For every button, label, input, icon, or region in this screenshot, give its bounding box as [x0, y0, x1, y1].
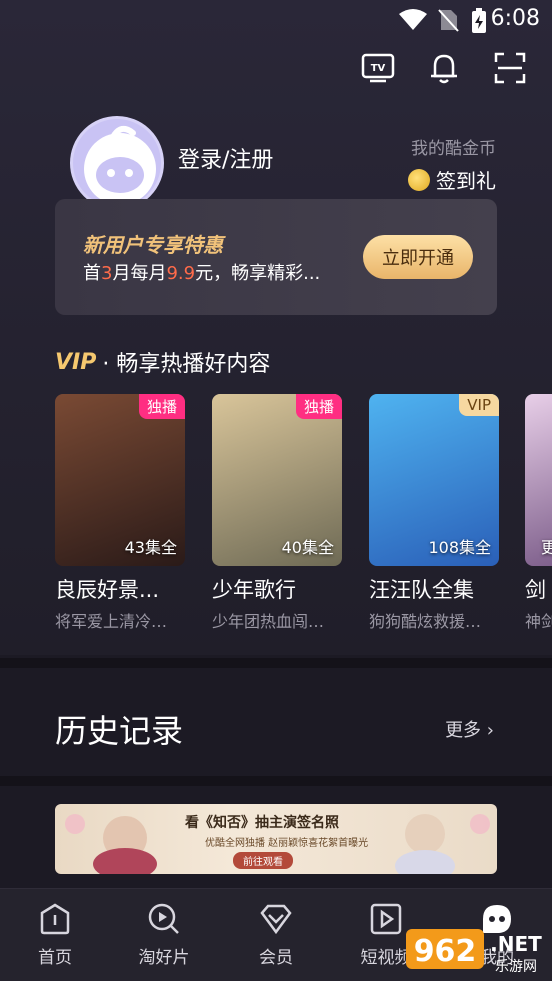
section-divider [0, 658, 552, 668]
bottom-tab-bar: 首页 淘好片 会员 短视频 我的 962 .NET 乐游网 [0, 888, 552, 981]
checkin-button[interactable]: 签到礼 [408, 165, 496, 194]
history-more-link[interactable]: 更多 › [445, 716, 494, 742]
promo-title: 新用户专享特惠 [83, 233, 223, 257]
vip-tag: VIP [459, 394, 499, 416]
content-card[interactable]: 独播 40集全 少年歌行 少年团热血闯… [212, 394, 342, 632]
card-subtitle: 神剑 [525, 612, 552, 631]
wifi-icon [399, 9, 427, 30]
site-watermark-logo: 962 .NET 乐游网 [406, 929, 542, 975]
svg-text:.NET: .NET [490, 932, 542, 956]
episode-count: 108集全 [428, 538, 491, 557]
coin-icon [408, 168, 430, 191]
episode-count: 43集全 [124, 538, 177, 557]
card-subtitle: 狗狗酷炫救援… [369, 612, 482, 631]
promo-highlight: 9.9 [166, 263, 196, 284]
no-sim-icon [438, 9, 459, 32]
avatar[interactable] [70, 116, 164, 210]
promo-highlight: 3 [101, 263, 113, 284]
battery-icon [472, 8, 486, 33]
exclusive-tag: 独播 [138, 394, 185, 419]
tab-label: 首页 [38, 948, 72, 968]
vip-label: VIP [55, 349, 97, 375]
poster: 更 [525, 394, 552, 566]
checkin-label: 签到礼 [436, 169, 496, 193]
login-register-link[interactable]: 登录/注册 [178, 142, 273, 174]
promo-text: 元，畅享精彩... [195, 263, 321, 284]
vip-section-title: · 畅享热播好内容 [102, 352, 271, 377]
discover-icon [148, 903, 179, 934]
coins-label: 我的酷金币 [411, 139, 496, 159]
tv-icon[interactable]: TV [360, 50, 396, 86]
episode-count: 更 [541, 538, 552, 557]
history-section: 历史记录 更多 › [0, 668, 552, 776]
top-actions: TV [360, 50, 528, 86]
scan-icon[interactable] [492, 50, 528, 86]
promo-text: 首 [83, 263, 101, 284]
card-title: 少年歌行 [212, 578, 296, 602]
vip-section-heading: VIP · 畅享热播好内容 [55, 346, 270, 378]
card-title: 汪汪队全集 [369, 578, 474, 602]
short-video-icon [370, 903, 402, 935]
open-vip-button[interactable]: 立即开通 [363, 235, 473, 279]
card-title: 剑 [525, 578, 546, 602]
promo-description: 首3月每月9.9元，畅享精彩... [83, 259, 320, 285]
banner-subtitle: 优酷全网独播 赵丽颖惊喜花絮首曝光 [205, 838, 369, 849]
poster: 独播 40集全 [212, 394, 342, 566]
episode-count: 40集全 [281, 538, 334, 557]
home-icon [40, 903, 70, 935]
coins-area[interactable]: 我的酷金币 签到礼 [408, 134, 496, 194]
history-title: 历史记录 [55, 712, 184, 750]
chevron-right-icon: › [486, 720, 494, 741]
svg-text:962: 962 [414, 934, 477, 969]
exclusive-tag: 独播 [295, 394, 342, 419]
tab-home[interactable]: 首页 [10, 901, 100, 968]
svg-text:TV: TV [371, 63, 386, 74]
content-card[interactable]: 更 剑 神剑 [525, 394, 552, 632]
poster: 独播 43集全 [55, 394, 185, 566]
card-subtitle: 少年团热血闯… [212, 612, 325, 631]
promo-banner[interactable]: 看《知否》抽主演签名照 优酷全网独播 赵丽颖惊喜花絮首曝光 前往观看 [55, 804, 497, 874]
status-time: 6:08 [490, 6, 540, 31]
svg-text:乐游网: 乐游网 [495, 959, 537, 975]
bell-icon[interactable] [426, 50, 462, 86]
vip-promo-card[interactable]: 新用户专享特惠 首3月每月9.9元，畅享精彩... 立即开通 [55, 199, 497, 315]
promo-text: 月每月 [112, 263, 167, 284]
tab-discover[interactable]: 淘好片 [119, 901, 209, 968]
tab-label: 淘好片 [138, 948, 190, 968]
card-subtitle: 将军爱上清冷… [55, 612, 168, 631]
vip-content-carousel[interactable]: 独播 43集全 良辰好景... 将军爱上清冷… 独播 40集全 少年歌行 少年团… [55, 394, 552, 634]
card-title: 良辰好景... [55, 578, 160, 602]
content-card[interactable]: 独播 43集全 良辰好景... 将军爱上清冷… [55, 394, 185, 632]
poster: VIP 108集全 [369, 394, 499, 566]
more-label: 更多 [445, 720, 482, 741]
status-bar: 6:08 [0, 0, 552, 38]
tab-vip[interactable]: 会员 [231, 901, 321, 968]
section-divider [0, 776, 552, 786]
vip-diamond-icon [260, 904, 292, 935]
tab-label: 会员 [259, 948, 293, 968]
banner-cta-button[interactable]: 前往观看 [233, 852, 293, 869]
banner-title: 看《知否》抽主演签名照 [185, 815, 339, 831]
content-card[interactable]: VIP 108集全 汪汪队全集 狗狗酷炫救援… [369, 394, 499, 632]
